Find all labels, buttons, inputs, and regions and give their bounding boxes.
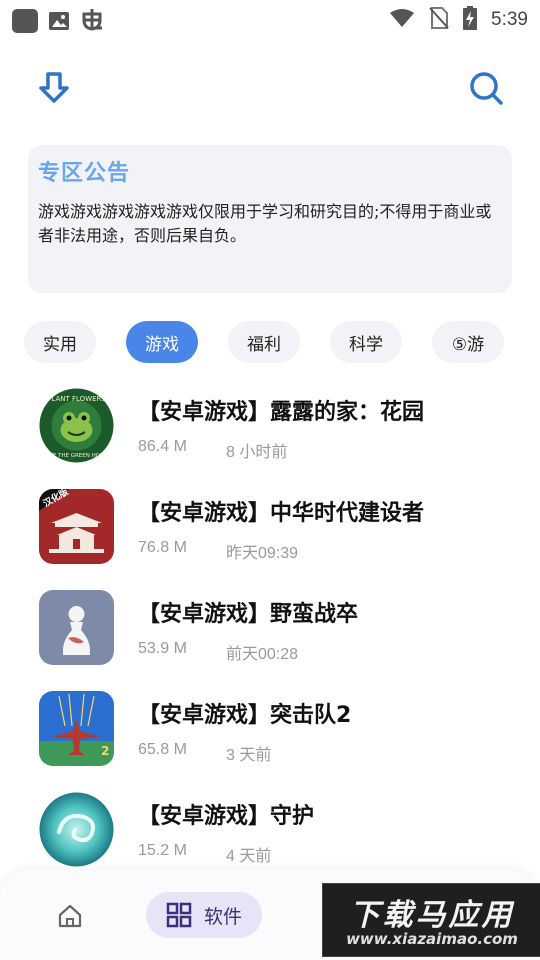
list-item[interactable]: 2 【安卓游戏】突击队2 65.8 M 3 天前	[0, 691, 540, 791]
search-button[interactable]	[466, 68, 506, 108]
list-item[interactable]: 【安卓游戏】野蛮战卒 53.9 M 前天00:28	[0, 590, 540, 690]
notice-title: 专区公告	[38, 161, 131, 186]
app-time: 昨天09:39	[226, 545, 299, 562]
status-right: 5:39	[389, 6, 528, 34]
image-icon	[48, 11, 70, 31]
nav-software-button[interactable]: 软件	[146, 892, 262, 938]
bug-icon	[80, 6, 106, 36]
app-time: 4 天前	[226, 848, 272, 865]
category-tabs: 实用 游戏 福利 科学 ⑤游	[0, 321, 540, 365]
home-icon	[58, 904, 82, 928]
app-title: 【安卓游戏】露露的家：花园	[138, 400, 425, 425]
list-item[interactable]: 汉化版 【安卓游戏】中华时代建设者 76.8 M 昨天09:39	[0, 489, 540, 589]
plant-flowers-bottom-text: LOVE THE GREEN HOUSE	[42, 453, 112, 459]
no-sim-icon	[429, 7, 449, 33]
status-left	[12, 6, 106, 36]
battery-charging-icon	[463, 6, 478, 34]
app-title: 【安卓游戏】中华时代建设者	[138, 501, 425, 526]
app-time: 前天00:28	[226, 646, 299, 663]
plant-flowers-top-text: PLANT FLOWERS	[47, 395, 106, 403]
tab-games[interactable]: 游戏	[126, 321, 198, 363]
svg-text:2: 2	[101, 744, 109, 758]
watermark-main-text: 下载马应用	[349, 898, 515, 933]
nav-home-button[interactable]	[56, 902, 84, 930]
download-button[interactable]	[34, 68, 74, 108]
watermark-logo: 下载马应用 www.xiazaimao.com	[322, 883, 540, 957]
nav-software-label: 软件	[203, 905, 242, 928]
wifi-icon	[389, 8, 415, 32]
app-title: 【安卓游戏】野蛮战卒	[138, 602, 359, 627]
fighter-plane-icon: 2	[39, 691, 114, 766]
notice-card: 专区公告 游戏游戏游戏游戏游戏仅限用于学习和研究目的;不得用于商业或者非法用途，…	[28, 145, 512, 293]
chess-pawn-icon	[39, 590, 114, 665]
status-time: 5:39	[491, 9, 528, 30]
search-icon	[470, 72, 503, 105]
app-notification-icon	[12, 9, 38, 33]
app-title: 【安卓游戏】守护	[138, 804, 315, 829]
app-title: 【安卓游戏】突击队2	[138, 703, 352, 728]
app-size: 76.8 M	[138, 539, 187, 556]
tab-science[interactable]: 科学	[330, 321, 402, 363]
notice-body: 游戏游戏游戏游戏游戏仅限用于学习和研究目的;不得用于商业或者非法用途，否则后果自…	[38, 202, 492, 245]
tab-welfare[interactable]: 福利	[228, 321, 300, 363]
list-item[interactable]: PLANT FLOWERS LOVE THE GREEN HOUSE 【安卓游戏…	[0, 388, 540, 488]
tab-five-games[interactable]: ⑤游	[432, 321, 504, 363]
chinese-palace-icon: 汉化版	[39, 489, 114, 564]
grid-icon	[166, 902, 192, 928]
plant-flowers-frog-icon: PLANT FLOWERS LOVE THE GREEN HOUSE	[39, 388, 114, 463]
app-size: 86.4 M	[138, 438, 187, 455]
download-icon	[39, 72, 69, 103]
watermark-sub-text: www.xiazaimao.com	[346, 930, 518, 948]
app-time: 8 小时前	[226, 444, 288, 461]
app-size: 53.9 M	[138, 640, 187, 657]
tab-practical[interactable]: 实用	[24, 321, 96, 363]
swirl-orb-icon	[39, 792, 114, 867]
app-size: 15.2 M	[138, 842, 187, 859]
status-bar: 5:39	[0, 0, 540, 38]
app-time: 3 天前	[226, 747, 272, 764]
app-size: 65.8 M	[138, 741, 187, 758]
